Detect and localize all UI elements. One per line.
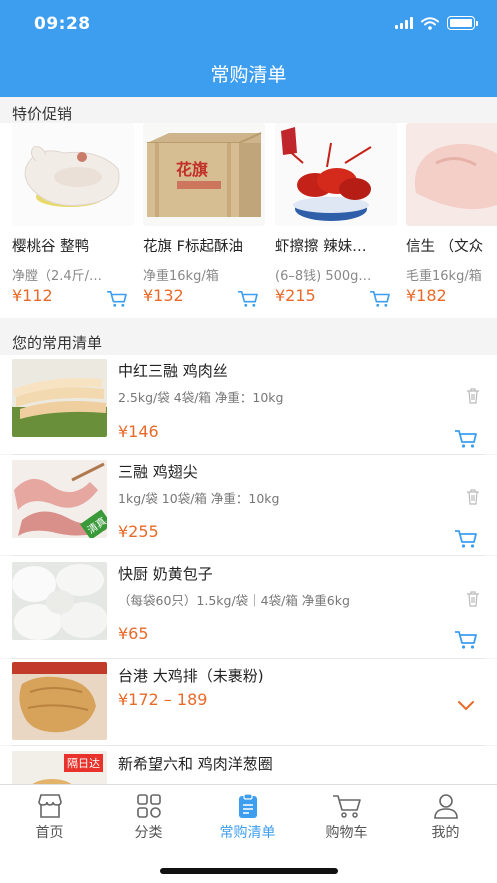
add-to-cart-icon[interactable] [454,529,478,549]
product-image: 隔日达 [12,751,107,784]
trash-icon[interactable] [466,489,480,505]
item-price: ¥146 [118,422,159,441]
item-name: 三融 鸡翅尖 [118,463,198,481]
product-image [12,123,134,226]
promo-section-title: 特价促销 [12,105,73,123]
promo-card[interactable]: 樱桃谷 整鸭 净膛（2.4斤/… ¥112 [12,123,137,307]
promo-card[interactable]: 信生 （文众 毛重16kg/箱 ¥182 [406,123,497,305]
store-icon [37,794,62,818]
item-price-range: ¥172 – 189 [118,690,208,709]
add-to-cart-icon[interactable] [369,290,391,308]
page-title: 常购清单 [210,64,287,86]
list-item[interactable]: 台港 大鸡排（未裹粉) ¥172 – 189 [0,659,497,745]
clipboard-icon [238,793,257,818]
tab-cart[interactable]: 购物车 [297,793,396,842]
add-to-cart-icon[interactable] [454,630,478,650]
tab-category[interactable]: 分类 [99,793,198,842]
promo-name: 花旗 F标起酥油 [143,239,243,255]
list-item[interactable]: 隔日达 新希望六和 鸡肉洋葱圈 [0,746,497,784]
promo-price: ¥182 [406,286,447,305]
item-spec: 1kg/袋 10袋/箱 净重：10kg [118,491,280,506]
item-price: ¥65 [118,624,149,643]
promo-price: ¥112 [12,286,53,305]
svg-text:花旗: 花旗 [176,160,208,179]
promo-spec: (6–8钱) 500g… [275,269,372,284]
promo-name: 虾擦擦 辣妹… [275,239,367,255]
header: 09:28 常购清单 [0,0,497,97]
promo-carousel[interactable]: 樱桃谷 整鸭 净膛（2.4斤/… ¥112 花旗 花旗 F标起酥油 净重16kg… [0,123,497,318]
product-image: 清真 [12,460,107,538]
product-image [12,562,107,640]
add-to-cart-icon[interactable] [237,290,259,308]
product-image: 花旗 [143,123,265,226]
add-to-cart-icon[interactable] [106,290,128,308]
wifi-icon [421,16,439,30]
product-image [275,123,397,226]
list-item[interactable]: 快厨 奶黄包子 （每袋60只）1.5kg/袋｜4袋/箱 净重6kg ¥65 [0,556,497,658]
promo-price: ¥132 [143,286,184,305]
tab-label: 我的 [431,825,460,841]
tab-home[interactable]: 首页 [0,793,99,842]
tab-frequent-list[interactable]: 常购清单 [198,793,297,842]
list-item[interactable]: 清真 三融 鸡翅尖 1kg/袋 10袋/箱 净重：10kg ¥255 [0,455,497,555]
product-image [406,123,497,226]
promo-spec: 净重16kg/箱 [143,269,219,284]
trash-icon[interactable] [466,388,480,404]
item-price: ¥255 [118,522,159,541]
item-name: 快厨 奶黄包子 [118,565,213,583]
cart-icon [332,795,361,818]
tab-label: 分类 [134,825,163,841]
signal-icon [395,17,413,29]
tab-mine[interactable]: 我的 [396,793,495,842]
grid-icon [136,794,161,818]
item-name: 台港 大鸡排（未裹粉) [118,667,264,685]
promo-card[interactable]: 花旗 花旗 F标起酥油 净重16kg/箱 ¥132 [143,123,268,307]
promo-name: 信生 （文众 [406,239,484,255]
item-spec: 2.5kg/袋 4袋/箱 净重：10kg [118,390,284,405]
promo-spec: 净膛（2.4斤/… [12,269,103,284]
chevron-down-icon[interactable] [456,699,476,711]
battery-icon [447,16,478,30]
status-time: 09:28 [34,14,91,34]
promo-spec: 毛重16kg/箱 [406,269,482,284]
user-icon [433,794,458,819]
tab-label: 购物车 [325,825,368,841]
tab-label: 常购清单 [219,825,276,841]
next-day-badge: 隔日达 [64,754,103,772]
product-image [12,359,107,437]
common-list-title: 您的常用清单 [12,334,103,352]
list-item[interactable]: 中红三融 鸡肉丝 2.5kg/袋 4袋/箱 净重：10kg ¥146 [0,355,497,454]
item-name: 中红三融 鸡肉丝 [118,362,228,380]
home-indicator [160,868,338,874]
product-image [12,662,107,740]
promo-price: ¥215 [275,286,316,305]
trash-icon[interactable] [466,591,480,607]
promo-name: 樱桃谷 整鸭 [12,239,90,255]
tab-label: 首页 [35,825,64,841]
add-to-cart-icon[interactable] [454,429,478,449]
promo-card[interactable]: 虾擦擦 辣妹… (6–8钱) 500g… ¥215 [275,123,400,307]
item-spec: （每袋60只）1.5kg/袋｜4袋/箱 净重6kg [118,593,350,608]
status-icons [395,16,478,30]
item-name: 新希望六和 鸡肉洋葱圈 [118,755,273,773]
